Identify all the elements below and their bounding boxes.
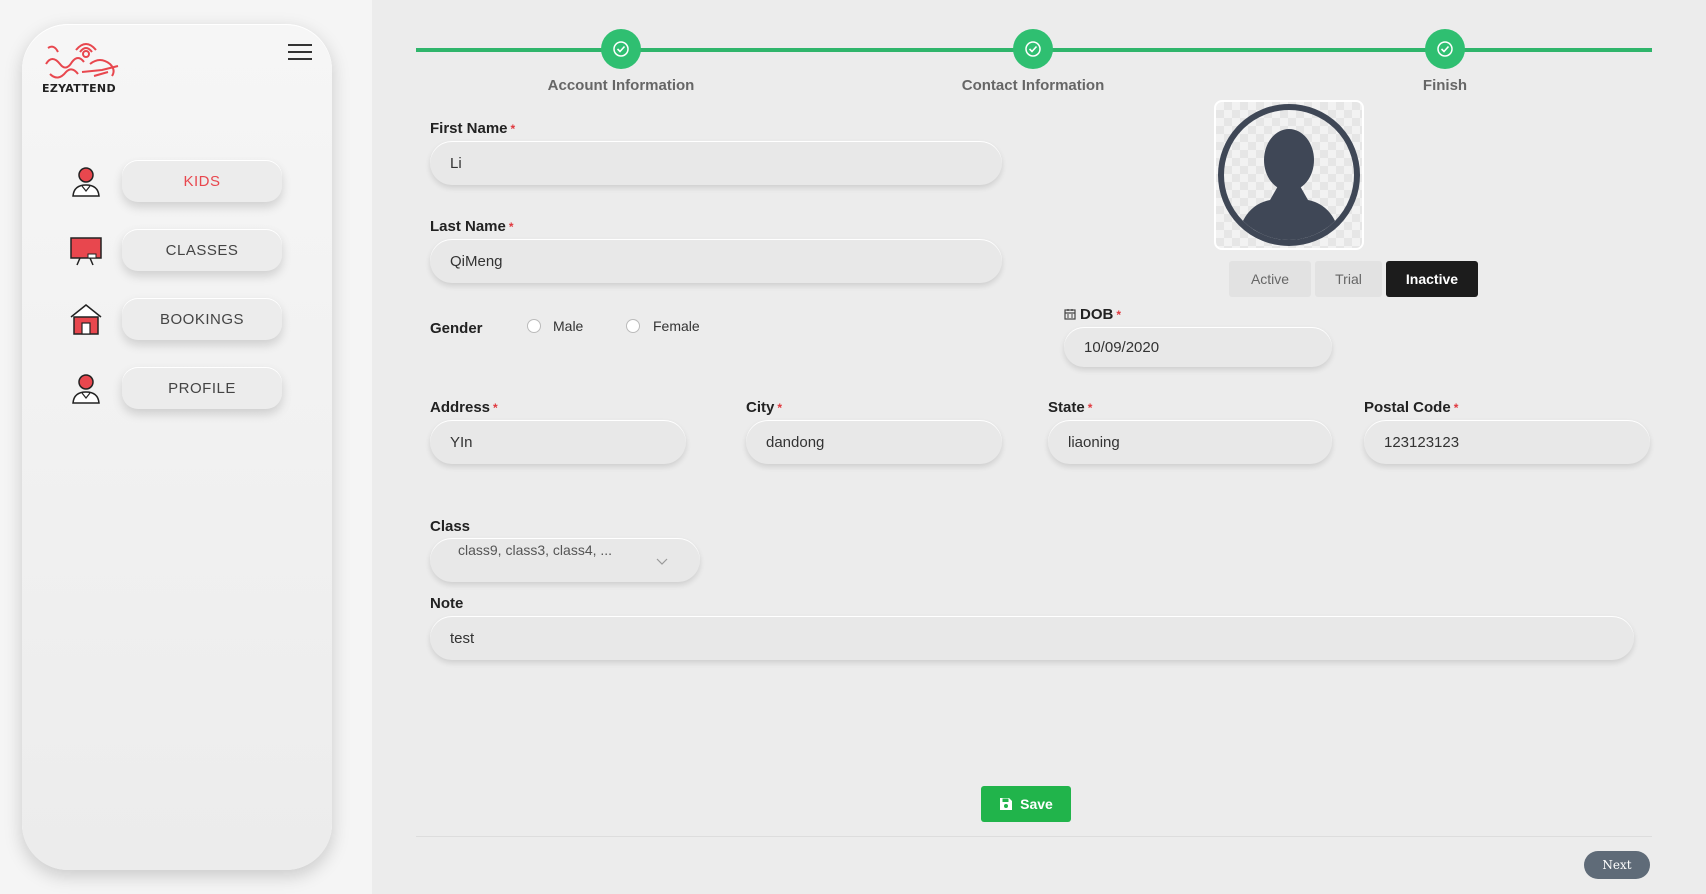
chevron-down-icon <box>656 558 668 565</box>
note-field[interactable]: test <box>430 616 1634 660</box>
last-name-field[interactable]: QiMeng <box>430 239 1002 283</box>
classroom-board-icon <box>70 237 102 266</box>
step-label-account: Account Information <box>547 77 695 94</box>
postal-code-label: Postal Code * <box>1364 399 1459 416</box>
gender-female-radio[interactable] <box>626 319 640 333</box>
last-name-label: Last Name * <box>430 218 514 235</box>
status-active-button[interactable]: Active <box>1229 261 1311 297</box>
gender-label: Gender <box>430 320 483 337</box>
step-label-contact: Contact Information <box>961 77 1105 94</box>
save-button[interactable]: Save <box>981 786 1071 822</box>
dob-field[interactable]: 10/09/2020 <box>1064 327 1332 367</box>
calendar-icon <box>1064 309 1076 320</box>
hamburger-menu-icon[interactable] <box>288 44 312 62</box>
save-button-label: Save <box>1020 796 1053 812</box>
step-3-check-icon <box>1425 29 1465 69</box>
sidebar-item-label: PROFILE <box>122 367 282 409</box>
avatar-placeholder-icon <box>1218 104 1360 246</box>
sidebar-item-label: BOOKINGS <box>122 298 282 340</box>
status-inactive-button[interactable]: Inactive <box>1386 261 1478 297</box>
gender-male-radio[interactable] <box>527 319 541 333</box>
first-name-label: First Name * <box>430 120 516 137</box>
class-select[interactable]: class9, class3, class4, ... <box>430 538 700 582</box>
state-label: State * <box>1048 399 1093 416</box>
address-field[interactable]: YIn <box>430 420 686 464</box>
note-label: Note <box>430 595 464 612</box>
avatar-upload[interactable] <box>1214 100 1364 250</box>
class-select-value: class9, class3, class4, ... <box>458 542 613 558</box>
house-icon <box>70 304 102 335</box>
dob-label: DOB * <box>1064 306 1121 323</box>
city-label: City * <box>746 399 783 416</box>
footer-divider <box>416 836 1652 837</box>
sidebar-item-kids[interactable]: KIDS <box>68 158 308 204</box>
sidebar-item-profile[interactable]: PROFILE <box>68 365 308 411</box>
sidebar-item-bookings[interactable]: BOOKINGS <box>68 296 308 342</box>
step-2-check-icon <box>1013 29 1053 69</box>
main-content: Account Information Contact Information … <box>372 0 1706 894</box>
sidebar-item-label: CLASSES <box>122 229 282 271</box>
sidebar: EZYATTEND KIDS CLASSES BOOKINGS PROFILE <box>22 24 332 870</box>
person-icon <box>72 374 100 404</box>
sidebar-area: EZYATTEND KIDS CLASSES BOOKINGS PROFILE <box>0 0 372 894</box>
gender-male-label: Male <box>553 318 584 334</box>
status-trial-button[interactable]: Trial <box>1315 261 1382 297</box>
brand-name: EZYATTEND <box>42 82 116 95</box>
floppy-disk-icon <box>1000 798 1013 810</box>
class-label: Class <box>430 518 471 535</box>
next-button[interactable]: Next <box>1584 851 1650 879</box>
step-1-check-icon <box>601 29 641 69</box>
step-label-finish: Finish <box>1422 77 1468 94</box>
sidebar-item-label: KIDS <box>122 160 282 202</box>
kid-icon <box>72 167 100 197</box>
city-field[interactable]: dandong <box>746 420 1002 464</box>
postal-code-field[interactable]: 123123123 <box>1364 420 1650 464</box>
first-name-field[interactable]: Li <box>430 141 1002 185</box>
gender-female-label: Female <box>653 318 700 334</box>
sidebar-item-classes[interactable]: CLASSES <box>68 227 308 273</box>
address-label: Address * <box>430 399 498 416</box>
state-field[interactable]: liaoning <box>1048 420 1332 464</box>
